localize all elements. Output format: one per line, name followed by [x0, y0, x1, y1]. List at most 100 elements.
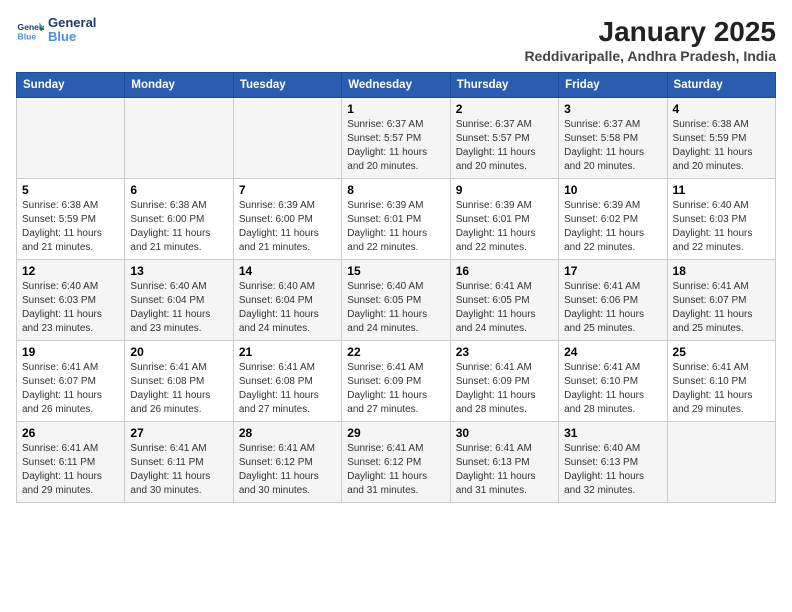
day-number: 20 [130, 345, 227, 359]
day-info: Sunrise: 6:41 AM Sunset: 6:06 PM Dayligh… [564, 280, 661, 336]
calendar-cell: 15 Sunrise: 6:40 AM Sunset: 6:05 PM Dayli… [342, 260, 450, 341]
day-info: Sunrise: 6:41 AM Sunset: 6:09 PM Dayligh… [456, 361, 553, 417]
calendar-cell: 9 Sunrise: 6:39 AM Sunset: 6:01 PM Daylig… [450, 179, 558, 260]
day-number: 19 [22, 345, 119, 359]
calendar-cell: 7 Sunrise: 6:39 AM Sunset: 6:00 PM Daylig… [233, 179, 341, 260]
calendar-cell: 12 Sunrise: 6:40 AM Sunset: 6:03 PM Dayli… [17, 260, 125, 341]
calendar-cell: 21Sunrise: 6:41 AM Sunset: 6:08 PM Dayli… [233, 341, 341, 422]
day-number: 23 [456, 345, 553, 359]
weekday-header: Thursday [450, 73, 558, 98]
day-number: 3 [564, 102, 661, 116]
calendar-cell: 28 Sunrise: 6:41 AM Sunset: 6:12 PM Dayli… [233, 422, 341, 503]
day-info: Sunrise: 6:41 AM Sunset: 6:12 PM Dayligh… [347, 442, 444, 498]
calendar-cell [233, 98, 341, 179]
day-number: 29 [347, 426, 444, 440]
logo-text: General Blue [48, 16, 96, 45]
day-number: 27 [130, 426, 227, 440]
day-number: 22 [347, 345, 444, 359]
calendar-cell: 11 Sunrise: 6:40 AM Sunset: 6:03 PM Dayli… [667, 179, 775, 260]
calendar-cell: 1Sunrise: 6:37 AM Sunset: 5:57 PM Daylig… [342, 98, 450, 179]
day-number: 13 [130, 264, 227, 278]
calendar-cell: 29 Sunrise: 6:41 AM Sunset: 6:12 PM Dayli… [342, 422, 450, 503]
calendar-week-row: 1Sunrise: 6:37 AM Sunset: 5:57 PM Daylig… [17, 98, 776, 179]
page-header: General Blue General Blue January 2025 R… [16, 16, 776, 64]
day-info: Sunrise: 6:41 AM Sunset: 6:11 PM Dayligh… [130, 442, 227, 498]
calendar-week-row: 12 Sunrise: 6:40 AM Sunset: 6:03 PM Dayli… [17, 260, 776, 341]
logo-icon: General Blue [16, 16, 44, 44]
day-info: Sunrise: 6:39 AM Sunset: 6:00 PM Dayligh… [239, 199, 336, 255]
day-info: Sunrise: 6:40 AM Sunset: 6:13 PM Dayligh… [564, 442, 661, 498]
day-info: Sunrise: 6:40 AM Sunset: 6:03 PM Dayligh… [673, 199, 770, 255]
day-info: Sunrise: 6:39 AM Sunset: 6:01 PM Dayligh… [347, 199, 444, 255]
day-info: Sunrise: 6:40 AM Sunset: 6:04 PM Dayligh… [239, 280, 336, 336]
day-number: 30 [456, 426, 553, 440]
day-info: Sunrise: 6:41 AM Sunset: 6:10 PM Dayligh… [564, 361, 661, 417]
svg-text:Blue: Blue [18, 32, 37, 42]
day-number: 12 [22, 264, 119, 278]
main-title: January 2025 [524, 16, 776, 48]
day-info: Sunrise: 6:41 AM Sunset: 6:07 PM Dayligh… [22, 361, 119, 417]
weekday-header: Sunday [17, 73, 125, 98]
day-info: Sunrise: 6:41 AM Sunset: 6:05 PM Dayligh… [456, 280, 553, 336]
day-number: 14 [239, 264, 336, 278]
calendar-cell: 26 Sunrise: 6:41 AM Sunset: 6:11 PM Dayli… [17, 422, 125, 503]
calendar-cell: 31Sunrise: 6:40 AM Sunset: 6:13 PM Dayli… [559, 422, 667, 503]
calendar-header-row: SundayMondayTuesdayWednesdayThursdayFrid… [17, 73, 776, 98]
day-info: Sunrise: 6:41 AM Sunset: 6:09 PM Dayligh… [347, 361, 444, 417]
calendar-cell: 19 Sunrise: 6:41 AM Sunset: 6:07 PM Dayli… [17, 341, 125, 422]
calendar-cell: 20 Sunrise: 6:41 AM Sunset: 6:08 PM Dayli… [125, 341, 233, 422]
calendar-cell: 16 Sunrise: 6:41 AM Sunset: 6:05 PM Dayli… [450, 260, 558, 341]
calendar-week-row: 19 Sunrise: 6:41 AM Sunset: 6:07 PM Dayli… [17, 341, 776, 422]
weekday-header: Friday [559, 73, 667, 98]
day-number: 24 [564, 345, 661, 359]
day-number: 8 [347, 183, 444, 197]
day-number: 2 [456, 102, 553, 116]
day-info: Sunrise: 6:41 AM Sunset: 6:13 PM Dayligh… [456, 442, 553, 498]
calendar-week-row: 26 Sunrise: 6:41 AM Sunset: 6:11 PM Dayli… [17, 422, 776, 503]
day-number: 17 [564, 264, 661, 278]
calendar-cell: 24 Sunrise: 6:41 AM Sunset: 6:10 PM Dayli… [559, 341, 667, 422]
day-number: 11 [673, 183, 770, 197]
day-number: 25 [673, 345, 770, 359]
day-number: 10 [564, 183, 661, 197]
day-info: Sunrise: 6:40 AM Sunset: 6:04 PM Dayligh… [130, 280, 227, 336]
day-info: Sunrise: 6:38 AM Sunset: 5:59 PM Dayligh… [22, 199, 119, 255]
day-info: Sunrise: 6:39 AM Sunset: 6:01 PM Dayligh… [456, 199, 553, 255]
calendar-cell: 5 Sunrise: 6:38 AM Sunset: 5:59 PM Daylig… [17, 179, 125, 260]
day-number: 15 [347, 264, 444, 278]
day-info: Sunrise: 6:37 AM Sunset: 5:57 PM Dayligh… [347, 118, 444, 174]
calendar-cell: 3 Sunrise: 6:37 AM Sunset: 5:58 PM Daylig… [559, 98, 667, 179]
calendar-cell: 10Sunrise: 6:39 AM Sunset: 6:02 PM Dayli… [559, 179, 667, 260]
day-number: 7 [239, 183, 336, 197]
calendar-week-row: 5 Sunrise: 6:38 AM Sunset: 5:59 PM Daylig… [17, 179, 776, 260]
weekday-header: Saturday [667, 73, 775, 98]
calendar-cell: 18Sunrise: 6:41 AM Sunset: 6:07 PM Dayli… [667, 260, 775, 341]
day-info: Sunrise: 6:41 AM Sunset: 6:10 PM Dayligh… [673, 361, 770, 417]
day-number: 26 [22, 426, 119, 440]
day-number: 9 [456, 183, 553, 197]
day-number: 28 [239, 426, 336, 440]
calendar-cell [667, 422, 775, 503]
day-number: 16 [456, 264, 553, 278]
calendar-cell: 8 Sunrise: 6:39 AM Sunset: 6:01 PM Daylig… [342, 179, 450, 260]
day-info: Sunrise: 6:40 AM Sunset: 6:03 PM Dayligh… [22, 280, 119, 336]
calendar-table: SundayMondayTuesdayWednesdayThursdayFrid… [16, 72, 776, 503]
sub-title: Reddivaripalle, Andhra Pradesh, India [524, 48, 776, 64]
day-info: Sunrise: 6:40 AM Sunset: 6:05 PM Dayligh… [347, 280, 444, 336]
calendar-cell: 23 Sunrise: 6:41 AM Sunset: 6:09 PM Dayli… [450, 341, 558, 422]
day-number: 21 [239, 345, 336, 359]
day-info: Sunrise: 6:41 AM Sunset: 6:11 PM Dayligh… [22, 442, 119, 498]
day-info: Sunrise: 6:41 AM Sunset: 6:12 PM Dayligh… [239, 442, 336, 498]
day-number: 4 [673, 102, 770, 116]
calendar-cell: 13 Sunrise: 6:40 AM Sunset: 6:04 PM Dayli… [125, 260, 233, 341]
calendar-cell: 27 Sunrise: 6:41 AM Sunset: 6:11 PM Dayli… [125, 422, 233, 503]
weekday-header: Wednesday [342, 73, 450, 98]
day-info: Sunrise: 6:37 AM Sunset: 5:58 PM Dayligh… [564, 118, 661, 174]
calendar-cell: 30 Sunrise: 6:41 AM Sunset: 6:13 PM Dayli… [450, 422, 558, 503]
calendar-cell: 14 Sunrise: 6:40 AM Sunset: 6:04 PM Dayli… [233, 260, 341, 341]
day-number: 5 [22, 183, 119, 197]
day-info: Sunrise: 6:37 AM Sunset: 5:57 PM Dayligh… [456, 118, 553, 174]
calendar-cell [125, 98, 233, 179]
day-info: Sunrise: 6:41 AM Sunset: 6:08 PM Dayligh… [130, 361, 227, 417]
weekday-header: Monday [125, 73, 233, 98]
